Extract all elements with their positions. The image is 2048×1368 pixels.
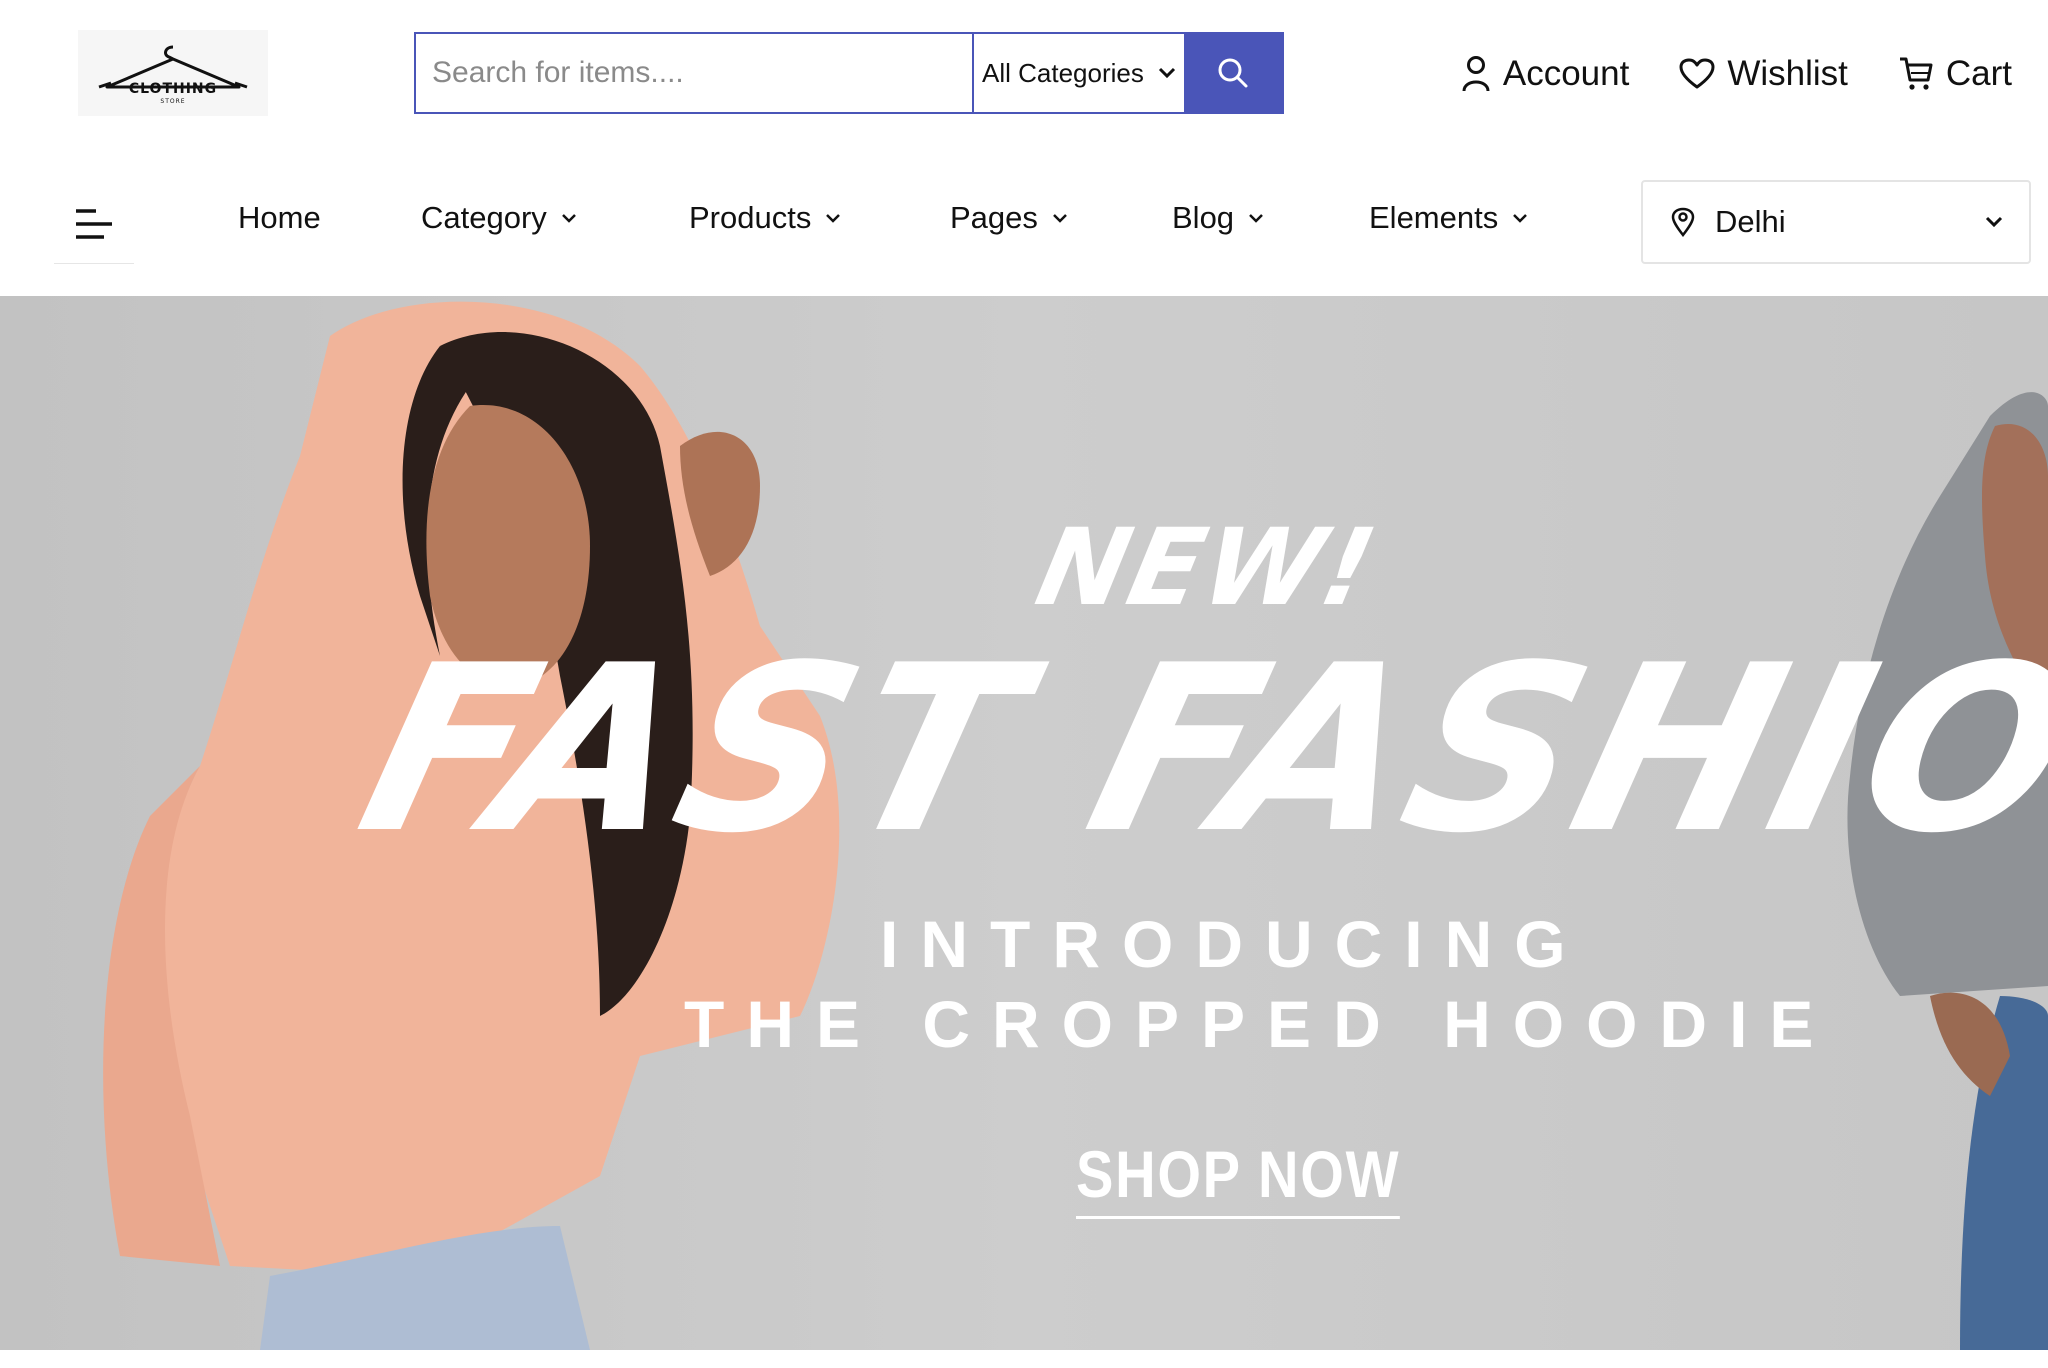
chevron-down-icon xyxy=(561,214,576,223)
nav-label: Elements xyxy=(1369,200,1499,235)
logo-wordmark: CLOTHING xyxy=(128,81,218,97)
nav-item-products[interactable]: Products xyxy=(689,200,841,236)
hero-subheadline-2: THE CROPPED HOODIE xyxy=(684,987,1836,1061)
nav-item-pages[interactable]: Pages xyxy=(950,200,1068,236)
nav-label: Category xyxy=(421,200,547,235)
heart-icon xyxy=(1679,58,1715,89)
user-icon xyxy=(1462,56,1490,92)
chevron-down-icon xyxy=(826,214,841,223)
account-label: Account xyxy=(1502,54,1630,93)
nav-label: Pages xyxy=(950,200,1038,235)
wishlist-link[interactable]: Wishlist xyxy=(1679,54,1848,94)
nav-label: Blog xyxy=(1172,200,1235,235)
search-icon xyxy=(1218,58,1248,88)
hero-tag: NEW! xyxy=(1026,506,1388,629)
search-bar: All Categories xyxy=(414,32,1284,114)
cart-icon xyxy=(1899,57,1933,90)
nav-label: Home xyxy=(238,200,321,235)
shop-now-link[interactable]: SHOP NOW xyxy=(1076,1136,1401,1219)
store-logo[interactable]: CLOTHING STORE xyxy=(78,30,268,116)
menu-toggle-button[interactable] xyxy=(54,184,134,264)
cart-label: Cart xyxy=(1945,54,2012,93)
header-links: Account Wishlist Cart xyxy=(1461,44,2012,104)
cart-link[interactable]: Cart xyxy=(1898,54,2012,94)
chevron-down-icon xyxy=(1985,216,2003,228)
logo-subtext: STORE xyxy=(160,98,186,105)
search-button[interactable] xyxy=(1184,34,1282,112)
nav-item-home[interactable]: Home xyxy=(238,200,321,236)
wishlist-label: Wishlist xyxy=(1727,54,1848,93)
main-nav: Home Category Products Pages Blog Elemen… xyxy=(0,170,2048,270)
category-select-value: All Categories xyxy=(982,57,1144,88)
hamburger-icon xyxy=(76,208,112,239)
chevron-down-icon xyxy=(1158,67,1176,79)
chevron-down-icon xyxy=(1249,214,1263,223)
location-pin-icon xyxy=(1671,207,1695,237)
top-header: CLOTHING STORE All Categories Account xyxy=(0,0,2048,150)
chevron-down-icon xyxy=(1053,214,1067,223)
search-input[interactable] xyxy=(416,34,972,112)
nav-item-blog[interactable]: Blog xyxy=(1172,200,1264,236)
nav-item-elements[interactable]: Elements xyxy=(1369,200,1528,236)
hero-subheadline-1: INTRODUCING xyxy=(880,907,1588,981)
hero-text-block: NEW! FAST FASHION INTRODUCING THE CROPPE… xyxy=(0,296,2048,1350)
hero-banner[interactable]: NEW! FAST FASHION INTRODUCING THE CROPPE… xyxy=(0,296,2048,1350)
nav-item-category[interactable]: Category xyxy=(421,200,577,236)
account-link[interactable]: Account xyxy=(1461,54,1629,94)
hero-headline: FAST FASHION xyxy=(338,617,2048,884)
chevron-down-icon xyxy=(1513,214,1528,223)
nav-label: Products xyxy=(689,200,812,235)
location-value: Delhi xyxy=(1715,204,1786,239)
location-select[interactable]: Delhi xyxy=(1641,180,2031,264)
category-select[interactable]: All Categories xyxy=(972,34,1184,112)
